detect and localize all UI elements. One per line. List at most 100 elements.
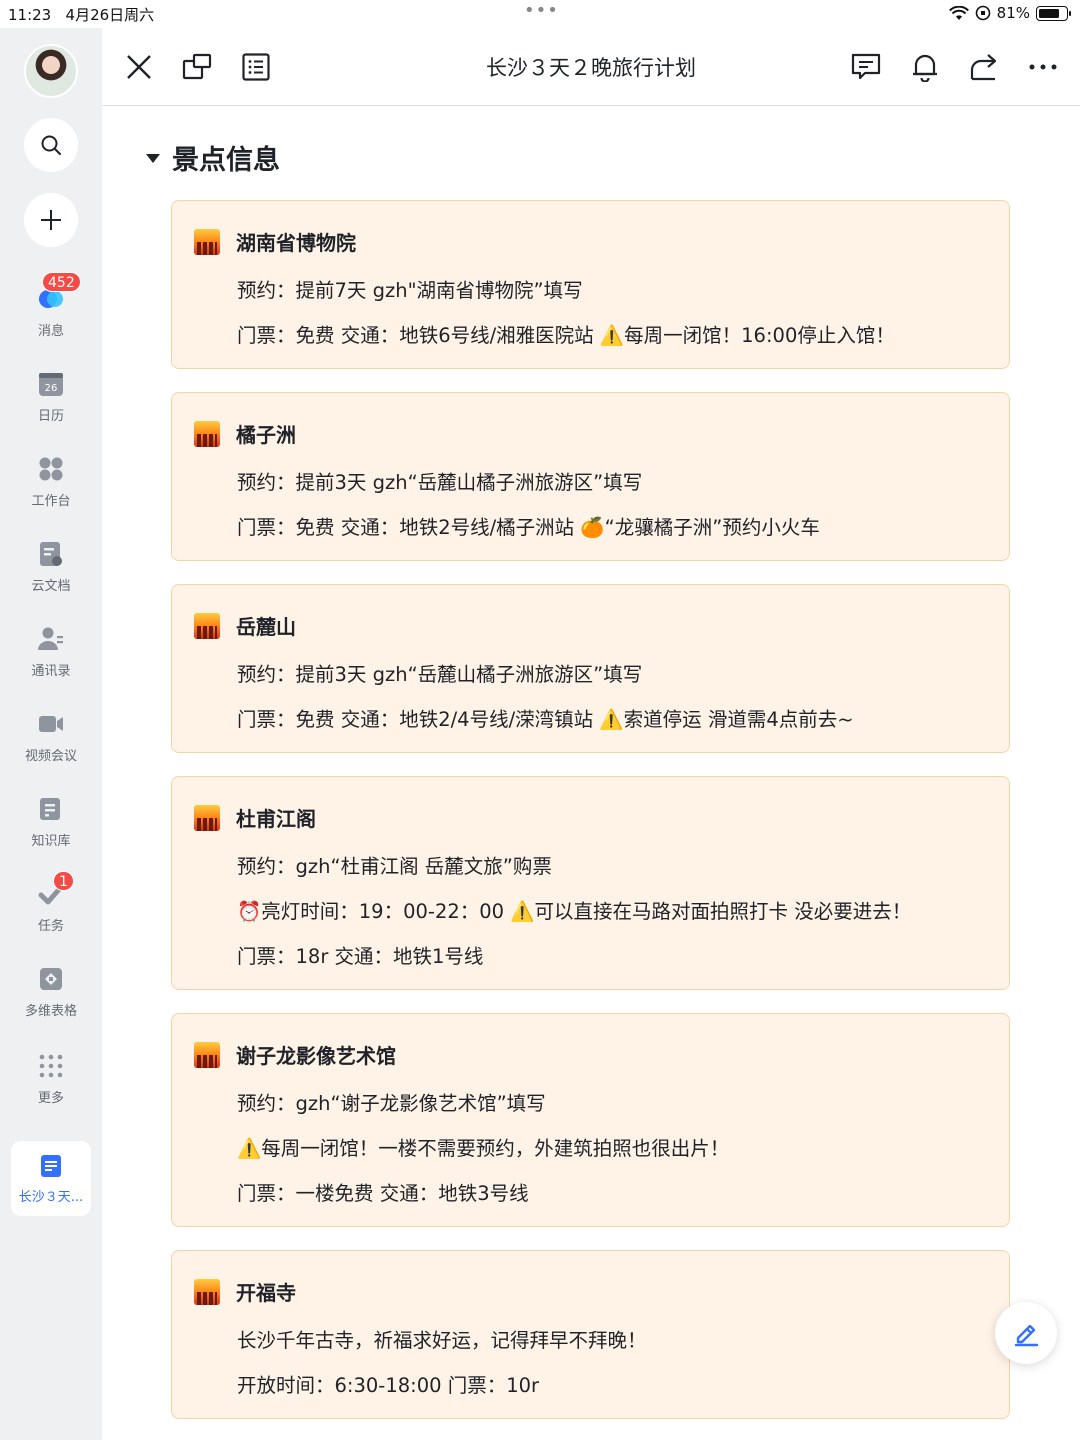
status-time: 11:23 4月26日周六 bbox=[8, 6, 155, 24]
multitasking-dots[interactable]: ••• bbox=[524, 0, 559, 21]
sidebar-item-label: 知识库 bbox=[31, 834, 71, 849]
sidebar-item-workplace[interactable]: 工作台 bbox=[0, 456, 102, 509]
card-line: ⚠️每周一闭馆！一楼不需要预约，外建筑拍照也很出片！ bbox=[237, 1137, 730, 1160]
bell-icon bbox=[913, 54, 937, 82]
status-bar: 11:23 4月26日周六 ••• 81% bbox=[0, 0, 1080, 28]
doc-icon bbox=[41, 1155, 61, 1177]
wiki-book-icon bbox=[40, 798, 60, 820]
close-button[interactable] bbox=[122, 50, 156, 84]
card-line: 开放时间：6:30-18:00 门票：10r bbox=[237, 1374, 540, 1397]
collapse-caret-icon[interactable] bbox=[146, 154, 160, 163]
attraction-card: 杜甫江阁 预约：gzh“杜甫江阁 岳麓文旅”购票 ⏰亮灯时间：19：00-22：… bbox=[171, 776, 1010, 990]
sidebar-item-label: 消息 bbox=[37, 324, 64, 339]
sidebar-item-label: 多维表格 bbox=[24, 1004, 77, 1019]
sidebar-item-tasks[interactable]: 任务 1 bbox=[0, 871, 102, 934]
card-line: ⏰亮灯时间：19：00-22：00 ⚠️可以直接在马路对面拍照打卡 没必要进去！ bbox=[237, 900, 912, 923]
battery-percent: 81% bbox=[996, 4, 1030, 22]
new-window-icon bbox=[182, 53, 212, 80]
sidebar-item-wiki[interactable]: 知识库 bbox=[0, 796, 102, 849]
attraction-name: 杜甫江阁 bbox=[236, 807, 316, 831]
attraction-name: 岳麓山 bbox=[236, 615, 296, 639]
close-icon bbox=[127, 55, 151, 79]
card-line: 门票：一楼免费 交通：地铁3号线 bbox=[237, 1182, 529, 1205]
avatar[interactable] bbox=[24, 44, 78, 98]
share-icon bbox=[970, 54, 997, 81]
attraction-card: 岳麓山 预约：提前3天 gzh“岳麓山橘子洲旅游区”填写 门票：免费 交通：地铁… bbox=[171, 584, 1010, 753]
sidebar-item-label: 云文档 bbox=[31, 579, 71, 594]
sidebar: 消息 452 26 日历 工作台 云文档 通讯录 视频会议 知识库 任务 1 多… bbox=[0, 28, 102, 1440]
more-dots-icon bbox=[39, 1054, 63, 1078]
pencil-icon bbox=[1014, 1324, 1039, 1347]
sunset-city-icon bbox=[194, 1278, 220, 1305]
battery-icon bbox=[1036, 5, 1071, 21]
sunset-city-icon bbox=[194, 1041, 220, 1068]
sidebar-item-video-meeting[interactable]: 视频会议 bbox=[0, 711, 102, 764]
document-toolbar: 长沙３天２晚旅行计划 bbox=[102, 28, 1080, 106]
attraction-card: 橘子洲 预约：提前3天 gzh“岳麓山橘子洲旅游区”填写 门票：免费 交通：地铁… bbox=[171, 392, 1010, 561]
sidebar-item-label: 视频会议 bbox=[24, 749, 77, 764]
card-line: 预约：提前3天 gzh“岳麓山橘子洲旅游区”填写 bbox=[237, 663, 643, 686]
sidebar-item-label: 日历 bbox=[37, 409, 64, 424]
section-title: 景点信息 bbox=[172, 145, 280, 176]
card-line: 长沙千年古寺，祈福求好运，记得拜早不拜晚！ bbox=[237, 1329, 647, 1352]
card-line: 门票：免费 交通：地铁2号线/橘子洲站 🍊“龙骧橘子洲”预约小火车 bbox=[237, 516, 820, 539]
search-icon bbox=[41, 135, 61, 155]
edit-button[interactable] bbox=[995, 1302, 1057, 1364]
open-in-window-button[interactable] bbox=[180, 50, 214, 84]
attraction-name: 开福寺 bbox=[236, 1281, 296, 1305]
sunset-city-icon bbox=[194, 420, 220, 447]
add-button[interactable] bbox=[24, 193, 78, 247]
sidebar-item-label: 任务 bbox=[37, 919, 64, 934]
card-line: 预约：gzh“谢子龙影像艺术馆”填写 bbox=[237, 1092, 546, 1115]
attraction-card: 开福寺 长沙千年古寺，祈福求好运，记得拜早不拜晚！ 开放时间：6:30-18:0… bbox=[171, 1250, 1010, 1419]
plus-icon bbox=[41, 210, 61, 230]
card-line: 预约：提前3天 gzh“岳麓山橘子洲旅游区”填写 bbox=[237, 471, 643, 494]
attraction-name: 橘子洲 bbox=[236, 423, 296, 447]
cloud-doc-icon bbox=[40, 542, 62, 566]
sunset-city-icon bbox=[194, 228, 220, 255]
task-badge: 1 bbox=[53, 871, 74, 891]
sunset-city-icon bbox=[194, 612, 220, 639]
sidebar-item-label: 更多 bbox=[37, 1091, 64, 1106]
outline-list-icon bbox=[242, 53, 270, 81]
sidebar-item-calendar[interactable]: 26 日历 bbox=[0, 371, 102, 424]
section-heading[interactable]: 景点信息 bbox=[146, 138, 280, 177]
grid-apps-icon bbox=[39, 457, 63, 481]
attraction-name: 谢子龙影像艺术馆 bbox=[236, 1044, 396, 1068]
ellipsis-icon bbox=[1029, 64, 1057, 70]
status-right: 81% bbox=[948, 4, 1071, 22]
attraction-card: 谢子龙影像艺术馆 预约：gzh“谢子龙影像艺术馆”填写 ⚠️每周一闭馆！一楼不需… bbox=[171, 1013, 1010, 1227]
sidebar-item-bitable[interactable]: 多维表格 bbox=[0, 966, 102, 1019]
orientation-lock-icon bbox=[975, 5, 990, 21]
card-line: 门票：免费 交通：地铁2/4号线/溁湾镇站 ⚠️索道停运 滑道需4点前去~ bbox=[237, 708, 854, 731]
notifications-button[interactable] bbox=[908, 50, 942, 84]
svg-text:26: 26 bbox=[45, 383, 58, 394]
video-camera-icon bbox=[39, 716, 63, 732]
search-button[interactable] bbox=[24, 118, 78, 172]
sidebar-item-contacts[interactable]: 通讯录 bbox=[0, 626, 102, 679]
card-line: 门票：18r 交通：地铁1号线 bbox=[237, 945, 484, 968]
message-badge: 452 bbox=[42, 272, 81, 292]
comment-icon bbox=[851, 53, 881, 80]
wifi-icon bbox=[948, 5, 969, 20]
share-button[interactable] bbox=[967, 50, 1001, 84]
attraction-card: 湖南省博物院 预约：提前7天 gzh"湖南省博物院”填写 门票：免费 交通：地铁… bbox=[171, 200, 1010, 369]
bitable-icon bbox=[40, 968, 62, 990]
more-options-button[interactable] bbox=[1026, 50, 1060, 84]
comments-button[interactable] bbox=[849, 50, 883, 84]
sunset-city-icon bbox=[194, 804, 220, 831]
card-line: 预约：提前7天 gzh"湖南省博物院”填写 bbox=[237, 279, 583, 302]
sidebar-item-more[interactable]: 更多 bbox=[0, 1053, 102, 1106]
sidebar-item-label: 通讯录 bbox=[31, 664, 71, 679]
sidebar-item-label: 工作台 bbox=[31, 494, 71, 509]
contacts-icon bbox=[38, 627, 63, 650]
sidebar-item-messages[interactable]: 消息 452 bbox=[0, 272, 102, 339]
current-doc-label: 长沙３天... bbox=[18, 1190, 84, 1205]
sidebar-item-docs[interactable]: 云文档 bbox=[0, 541, 102, 594]
card-line: 预约：gzh“杜甫江阁 岳麓文旅”购票 bbox=[237, 855, 552, 878]
attraction-name: 湖南省博物院 bbox=[236, 231, 356, 255]
calendar-icon: 26 bbox=[39, 373, 63, 396]
document-title: 长沙３天２晚旅行计划 bbox=[486, 56, 696, 80]
sidebar-item-current-doc[interactable]: 长沙３天... bbox=[11, 1141, 91, 1216]
outline-button[interactable] bbox=[239, 50, 273, 84]
